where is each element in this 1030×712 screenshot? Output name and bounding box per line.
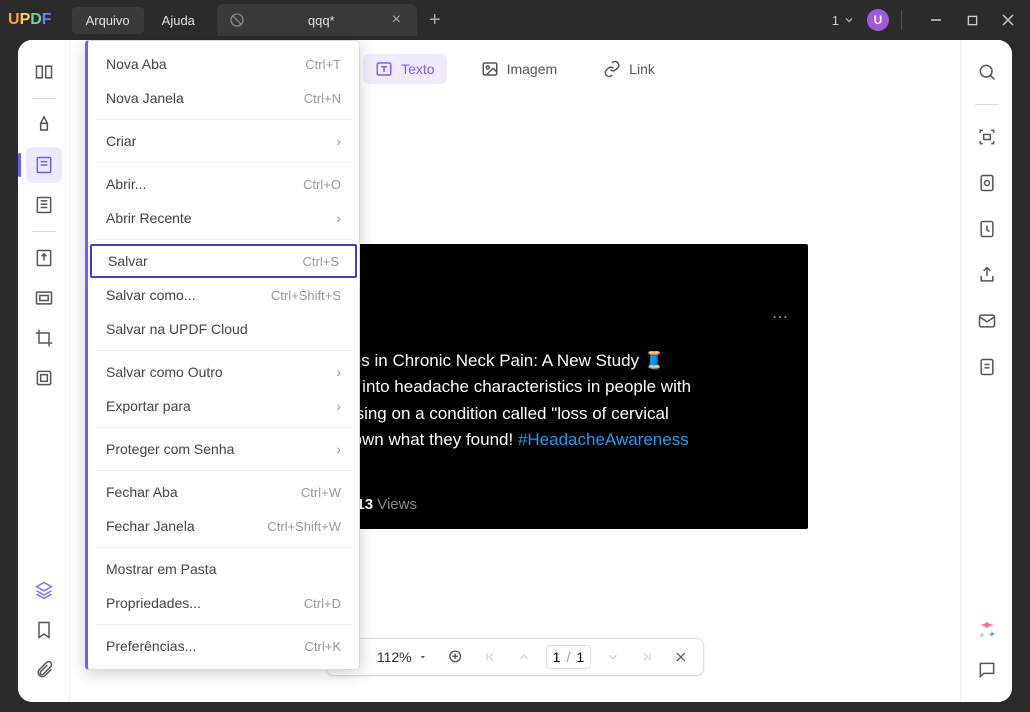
page-input[interactable]: 1 / 1 (546, 645, 591, 669)
menu-properties[interactable]: Propriedades...Ctrl+D (88, 586, 359, 620)
zoom-level[interactable]: 112% (371, 649, 434, 665)
text-icon (375, 60, 393, 78)
organize-icon[interactable] (26, 187, 62, 223)
next-page-button[interactable] (601, 645, 625, 669)
image-icon (481, 60, 499, 78)
reader-icon[interactable] (26, 54, 62, 90)
crop-icon[interactable] (26, 320, 62, 356)
text-tool-label: Texto (401, 61, 434, 77)
maximize-button[interactable] (958, 6, 986, 34)
ocr-icon[interactable] (26, 240, 62, 276)
menu-preferences[interactable]: Preferências...Ctrl+K (88, 629, 359, 663)
menu-help[interactable]: Ajuda (148, 7, 209, 34)
last-page-button[interactable] (635, 645, 659, 669)
ocr-tool-icon[interactable] (969, 119, 1005, 155)
link-tool-label: Link (629, 61, 655, 77)
menu-save-other[interactable]: Salvar como Outro› (88, 355, 359, 389)
tab-doc-icon (229, 12, 245, 28)
menu-open[interactable]: Abrir...Ctrl+O (88, 167, 359, 201)
menu-open-recent[interactable]: Abrir Recente› (88, 201, 359, 235)
redact-icon[interactable] (26, 280, 62, 316)
link-tool[interactable]: Link (591, 54, 667, 84)
document-tab[interactable]: qqq* × (217, 4, 417, 36)
compress-icon[interactable] (969, 165, 1005, 201)
edit-icon[interactable] (26, 147, 62, 183)
email-icon[interactable] (969, 303, 1005, 339)
menu-save[interactable]: SalvarCtrl+S (90, 244, 357, 278)
bookmark-icon[interactable] (26, 612, 62, 648)
comment-icon[interactable] (969, 652, 1005, 688)
page-number: 1 (832, 13, 839, 28)
titlebar: UPDF Arquivo Ajuda qqq* × + 1 U (0, 0, 1030, 40)
menu-create[interactable]: Criar› (88, 124, 359, 158)
tab-close-icon[interactable]: × (388, 11, 405, 29)
menu-close-window[interactable]: Fechar JanelaCtrl+Shift+W (88, 509, 359, 543)
window-controls (922, 6, 1022, 34)
more-icon: ⋯ (772, 307, 788, 327)
menu-show-folder[interactable]: Mostrar em Pasta (88, 552, 359, 586)
search-icon[interactable] (969, 54, 1005, 90)
prev-page-button[interactable] (512, 645, 536, 669)
menu-protect[interactable]: Proteger com Senha› (88, 432, 359, 466)
minimize-button[interactable] (922, 6, 950, 34)
menu-close-tab[interactable]: Fechar AbaCtrl+W (88, 475, 359, 509)
dropdown-caret-icon (418, 652, 428, 662)
image-tool-label: Imagem (507, 61, 558, 77)
right-toolbar (960, 40, 1012, 702)
close-window-button[interactable] (994, 6, 1022, 34)
tab-title: qqq* (255, 13, 388, 28)
zoom-page-bar: 112% 1 / 1 (326, 638, 704, 676)
menu-new-tab[interactable]: Nova AbaCtrl+T (88, 47, 359, 81)
text-tool[interactable]: Texto (363, 54, 446, 84)
attachment-icon[interactable] (26, 652, 62, 688)
convert-icon[interactable] (969, 211, 1005, 247)
menu-new-window[interactable]: Nova JanelaCtrl+N (88, 81, 359, 115)
form-icon[interactable] (26, 360, 62, 396)
share-icon[interactable] (969, 257, 1005, 293)
user-avatar[interactable]: U (867, 9, 889, 31)
menu-export[interactable]: Exportar para› (88, 389, 359, 423)
close-bar-button[interactable] (669, 645, 693, 669)
highlighter-icon[interactable] (26, 107, 62, 143)
link-icon (603, 60, 621, 78)
menu-save-as[interactable]: Salvar como...Ctrl+Shift+S (88, 278, 359, 312)
layers-icon[interactable] (26, 572, 62, 608)
first-page-button[interactable] (478, 645, 502, 669)
zoom-in-button[interactable] (444, 645, 468, 669)
titlebar-page-indicator[interactable]: 1 (832, 13, 855, 28)
chevron-down-icon (843, 14, 855, 26)
image-tool[interactable]: Imagem (469, 54, 570, 84)
menubar: Arquivo Ajuda (72, 7, 209, 34)
menu-save-cloud[interactable]: Salvar na UPDF Cloud (88, 312, 359, 346)
print-icon[interactable] (969, 349, 1005, 385)
left-toolbar (18, 40, 70, 702)
tab-add-button[interactable]: + (417, 9, 453, 32)
ai-assistant-icon[interactable] (969, 612, 1005, 648)
file-menu-dropdown: Nova AbaCtrl+T Nova JanelaCtrl+N Criar› … (85, 40, 360, 670)
app-logo: UPDF (8, 11, 52, 29)
menu-file[interactable]: Arquivo (72, 7, 144, 34)
